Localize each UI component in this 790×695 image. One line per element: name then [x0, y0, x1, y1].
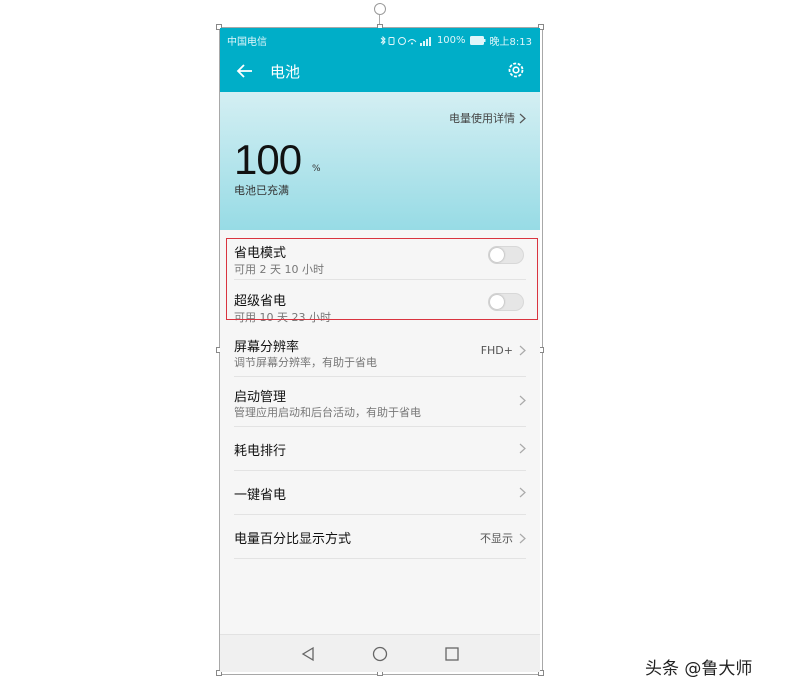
setting-one-tap-saving[interactable]: 一键省电	[234, 471, 526, 514]
setting-percentage-display[interactable]: 电量百分比显示方式 不显示	[234, 515, 526, 558]
setting-title: 耗电排行	[234, 444, 287, 459]
chevron-right-icon	[519, 395, 526, 406]
page-title: 电池	[270, 63, 301, 81]
setting-power-ranking[interactable]: 耗电排行	[234, 427, 526, 470]
setting-value: 不显示	[480, 532, 513, 545]
gear-icon[interactable]	[506, 60, 526, 80]
chevron-right-icon	[519, 345, 526, 356]
chevron-right-icon	[519, 443, 526, 454]
chevron-right-icon	[519, 113, 526, 123]
battery-percent: 100%	[436, 35, 466, 46]
usage-details-label: 电量使用详情	[449, 112, 515, 125]
status-bar: 中国电信 100% 晚上8:13	[220, 28, 540, 50]
divider	[234, 558, 526, 559]
setting-startup-management[interactable]: 启动管理 管理应用启动和后台活动，有助于省电	[234, 385, 526, 423]
carrier-label: 中国电信	[227, 37, 267, 48]
setting-screen-resolution[interactable]: 屏幕分辨率 调节屏幕分辨率，有助于省电 FHD+	[234, 335, 526, 373]
system-nav-bar	[220, 634, 540, 672]
setting-value-group	[519, 395, 526, 406]
circle-home-icon[interactable]	[372, 646, 388, 662]
chevron-right-icon	[519, 533, 526, 543]
square-recent-icon[interactable]	[444, 646, 460, 662]
arrow-left-icon[interactable]	[234, 60, 256, 82]
status-indicators: 100% 晚上8:13	[379, 33, 532, 48]
setting-title: 屏幕分辨率	[234, 340, 300, 355]
phone-screen: 中国电信 100% 晚上8:13 电池 电量使用详情 100 % 电池已充满 省…	[220, 28, 540, 672]
battery-icon	[469, 36, 486, 45]
charge-status: 电池已充满	[234, 184, 289, 197]
highlight-box	[226, 238, 538, 320]
setting-subtitle: 调节屏幕分辨率，有助于省电	[234, 356, 377, 369]
setting-title: 一键省电	[234, 488, 287, 503]
battery-summary: 电量使用详情 100 % 电池已充满	[220, 92, 540, 230]
setting-title: 启动管理	[234, 390, 287, 405]
triangle-back-icon[interactable]	[300, 646, 316, 662]
setting-value-group: 不显示	[480, 530, 526, 546]
setting-value: FHD+	[480, 344, 513, 357]
setting-value-group: FHD+	[481, 344, 526, 357]
watermark: 头条 @鲁大师	[645, 659, 753, 679]
setting-value-group	[519, 443, 526, 454]
chevron-right-icon	[519, 487, 526, 498]
app-bar: 电池	[220, 50, 540, 92]
setting-subtitle: 管理应用启动和后台活动，有助于省电	[234, 406, 421, 419]
clock: 晚上8:13	[489, 37, 532, 48]
setting-title: 电量百分比显示方式	[234, 532, 352, 547]
status-icons-icon	[380, 35, 431, 46]
battery-level-unit: %	[312, 164, 321, 174]
setting-value-group	[519, 487, 526, 498]
rotate-handle-icon[interactable]	[374, 3, 386, 15]
usage-details-link[interactable]: 电量使用详情	[449, 110, 526, 126]
divider	[234, 376, 526, 377]
battery-level: 100	[234, 136, 302, 183]
